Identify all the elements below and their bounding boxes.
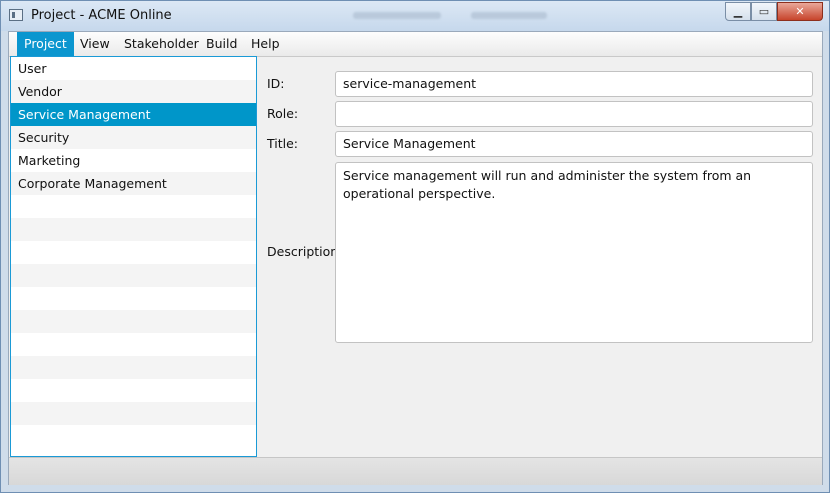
stakeholder-list[interactable]: User Vendor Service Management Security … — [10, 56, 257, 457]
list-item[interactable]: Marketing — [11, 149, 256, 172]
empty-row — [11, 264, 256, 287]
application-window: Project - ACME Online ▁ ▭ ✕ Project View… — [0, 0, 830, 493]
description-textarea[interactable]: Service management will run and administ… — [335, 162, 813, 343]
empty-row — [11, 310, 256, 333]
empty-row — [11, 402, 256, 425]
client-area: Project View Stakeholder Build Help User… — [8, 31, 823, 485]
empty-row — [11, 356, 256, 379]
empty-row — [11, 425, 256, 448]
description-label: Description: — [267, 244, 343, 259]
close-icon: ✕ — [795, 5, 805, 18]
title-field[interactable]: Service Management — [335, 131, 813, 157]
empty-row — [11, 195, 256, 218]
title-bar[interactable]: Project - ACME Online ▁ ▭ ✕ — [1, 1, 829, 31]
menu-project[interactable]: Project — [17, 32, 74, 56]
role-label: Role: — [267, 106, 299, 121]
list-item-selected[interactable]: Service Management — [11, 103, 256, 126]
menu-view[interactable]: View — [73, 32, 117, 56]
id-field[interactable]: service-management — [335, 71, 813, 97]
list-item[interactable]: Vendor — [11, 80, 256, 103]
empty-row — [11, 287, 256, 310]
maximize-icon: ▭ — [758, 5, 770, 18]
id-label: ID: — [267, 76, 285, 91]
menu-stakeholder[interactable]: Stakeholder — [117, 32, 206, 56]
menu-help[interactable]: Help — [244, 32, 287, 56]
obscured-title-text — [353, 12, 441, 19]
empty-row — [11, 241, 256, 264]
menu-build[interactable]: Build — [199, 32, 244, 56]
role-field[interactable] — [335, 101, 813, 127]
window-icon — [9, 9, 23, 21]
minimize-icon: ▁ — [733, 5, 743, 18]
empty-row — [11, 218, 256, 241]
maximize-button[interactable]: ▭ — [751, 2, 777, 21]
list-item[interactable]: User — [11, 57, 256, 80]
list-item[interactable]: Corporate Management — [11, 172, 256, 195]
list-item[interactable]: Security — [11, 126, 256, 149]
empty-row — [11, 333, 256, 356]
close-button[interactable]: ✕ — [777, 2, 823, 21]
window-title: Project - ACME Online — [31, 8, 172, 23]
title-label: Title: — [267, 136, 298, 151]
minimize-button[interactable]: ▁ — [725, 2, 751, 21]
menu-bar: Project View Stakeholder Build Help — [9, 32, 822, 57]
empty-row — [11, 379, 256, 402]
obscured-title-text — [471, 12, 547, 19]
status-bar — [9, 457, 822, 485]
